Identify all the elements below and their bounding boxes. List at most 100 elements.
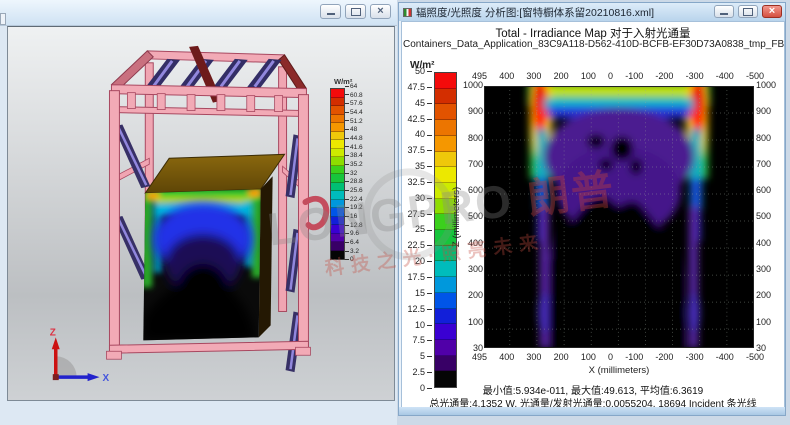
z-tick-label: 600 <box>756 186 771 195</box>
z-tick-label: 600 <box>468 186 483 195</box>
colorbar-tick-label: 57.6 <box>345 101 363 108</box>
left-3d-view-window: Z X W/m² 6460.857.654.451.24844.841.638.… <box>0 0 397 425</box>
colorbar-tick-label: 38.4 <box>345 153 363 160</box>
z-tick-label: 200 <box>756 291 771 300</box>
x-tick-label: -300 <box>686 352 704 362</box>
colorbar-cell <box>331 149 344 158</box>
3d-viewport[interactable]: Z X W/m² 6460.857.654.451.24844.841.638.… <box>7 26 395 401</box>
minimize-button[interactable] <box>714 5 734 18</box>
x-tick-label: 300 <box>526 352 541 362</box>
colorbar-cell <box>331 166 344 175</box>
colorbar-cell <box>331 115 344 124</box>
x-tick-label: 100 <box>581 352 596 362</box>
z-tick-label: 700 <box>756 160 771 169</box>
colorbar-tick-label: 19.2 <box>345 205 363 212</box>
colorbar-cell <box>331 174 344 183</box>
colorbar-tick-label: 3.2 <box>345 249 363 256</box>
right-window-titlebar[interactable]: 辐照度/光照度 分析图:[窗特橱体系留20210816.xml] <box>399 3 785 21</box>
colorbar-cell <box>331 98 344 107</box>
colorbar-tick-label: 51.2 <box>345 119 363 126</box>
colorbar-cell <box>435 356 456 372</box>
close-button[interactable] <box>370 4 391 19</box>
colorbar-tick-label: 48 <box>345 127 363 134</box>
z-tick-label: 800 <box>468 134 483 143</box>
x-tick-label: -500 <box>746 352 764 362</box>
x-tick-label: -400 <box>716 352 734 362</box>
colorbar-tick-label: 25 <box>415 225 432 234</box>
z-tick-label: 300 <box>468 265 483 274</box>
colorbar-tick-label: 37.5 <box>407 146 432 155</box>
colorbar-cell <box>331 251 344 260</box>
z-tick-label: 100 <box>756 318 771 327</box>
axis-triad: Z X <box>50 327 110 384</box>
left-colorbar-labels: 6460.857.654.451.24844.841.638.435.23228… <box>345 84 363 264</box>
colorbar-tick-label: 50 <box>415 67 432 76</box>
x-tick-label: -200 <box>655 71 673 81</box>
left-window-controls <box>320 4 391 19</box>
colorbar-tick-label: 16 <box>345 214 363 221</box>
z-tick-label: 800 <box>756 134 771 143</box>
x-tick-label: -500 <box>746 71 764 81</box>
z-tick-label: 400 <box>468 239 483 248</box>
analysis-chart-icon <box>403 8 412 17</box>
restore-button[interactable] <box>345 4 366 19</box>
x-tick-label: 0 <box>608 71 613 81</box>
left-colorbar: W/m² 6460.857.654.451.24844.841.638.435.… <box>330 77 390 264</box>
colorbar-cell <box>331 217 344 226</box>
colorbar-tick-label: 45 <box>415 99 432 108</box>
colorbar-tick-label: 60.8 <box>345 93 363 100</box>
colorbar-tick-label: 40 <box>415 130 432 139</box>
colorbar-tick-label: 5 <box>420 352 432 361</box>
x-tick-label: -200 <box>655 352 673 362</box>
colorbar-cell <box>331 225 344 234</box>
x-tick-label: 495 <box>472 352 487 362</box>
colorbar-cell <box>331 106 344 115</box>
colorbar-tick-label: 22.5 <box>407 241 432 250</box>
heatmap-graphic <box>484 86 754 348</box>
colorbar-tick-label: 7.5 <box>412 336 432 345</box>
x-tick-label: -400 <box>716 71 734 81</box>
maximize-button[interactable] <box>738 5 758 18</box>
minimize-button[interactable] <box>320 4 341 19</box>
colorbar-tick-label: 32.5 <box>407 178 432 187</box>
x-tick-label: -300 <box>686 71 704 81</box>
colorbar-tick-label: 47.5 <box>407 83 432 92</box>
z-axis-ticks-right: 100090080070060050040030020010030 <box>756 81 784 353</box>
colorbar-tick-label: 2.5 <box>412 368 432 377</box>
colorbar-tick-label: 28.8 <box>345 179 363 186</box>
x-tick-label: 495 <box>472 71 487 81</box>
colorbar-cell <box>331 89 344 98</box>
svg-text:Z: Z <box>50 327 56 338</box>
colorbar-tick-label: 17.5 <box>407 273 432 282</box>
x-tick-label: 400 <box>499 71 514 81</box>
colorbar-tick-label: 32 <box>345 171 363 178</box>
z-tick-label: 700 <box>468 160 483 169</box>
z-tick-label: 400 <box>756 239 771 248</box>
colorbar-cell <box>331 208 344 217</box>
colorbar-tick-label: 54.4 <box>345 110 363 117</box>
x-axis-ticks-top: 4954003002001000-100-200-300-400-500 <box>472 71 764 81</box>
colorbar-tick-label: 10 <box>415 321 432 330</box>
close-button[interactable] <box>762 5 782 18</box>
colorbar-tick-label: 0 <box>345 257 363 264</box>
colorbar-tick-label: 41.6 <box>345 145 363 152</box>
z-tick-label: 500 <box>468 212 483 221</box>
colorbar-tick-label: 9.6 <box>345 231 363 238</box>
irradiance-map-content: Total - Irradiance Map 对于入射光通量 Container… <box>401 21 785 408</box>
right-window-controls <box>714 5 782 18</box>
x-tick-label: 200 <box>554 352 569 362</box>
z-tick-label: 500 <box>756 212 771 221</box>
z-tick-label: 900 <box>756 107 771 116</box>
irradiance-heatmap[interactable] <box>484 86 754 348</box>
colorbar-tick-label: 15 <box>415 289 432 298</box>
colorbar-tick-label: 22.4 <box>345 197 363 204</box>
colorbar-tick-label: 27.5 <box>407 210 432 219</box>
colorbar-tick-label: 20 <box>415 257 432 266</box>
colorbar-tick-label: 12.8 <box>345 223 363 230</box>
x-tick-label: 200 <box>554 71 569 81</box>
left-window-titlebar[interactable] <box>0 0 397 26</box>
right-window-footer <box>399 407 785 415</box>
colorbar-cell <box>331 242 344 251</box>
colorbar-tick-label: 30 <box>415 194 432 203</box>
colorbar-cell <box>331 123 344 132</box>
